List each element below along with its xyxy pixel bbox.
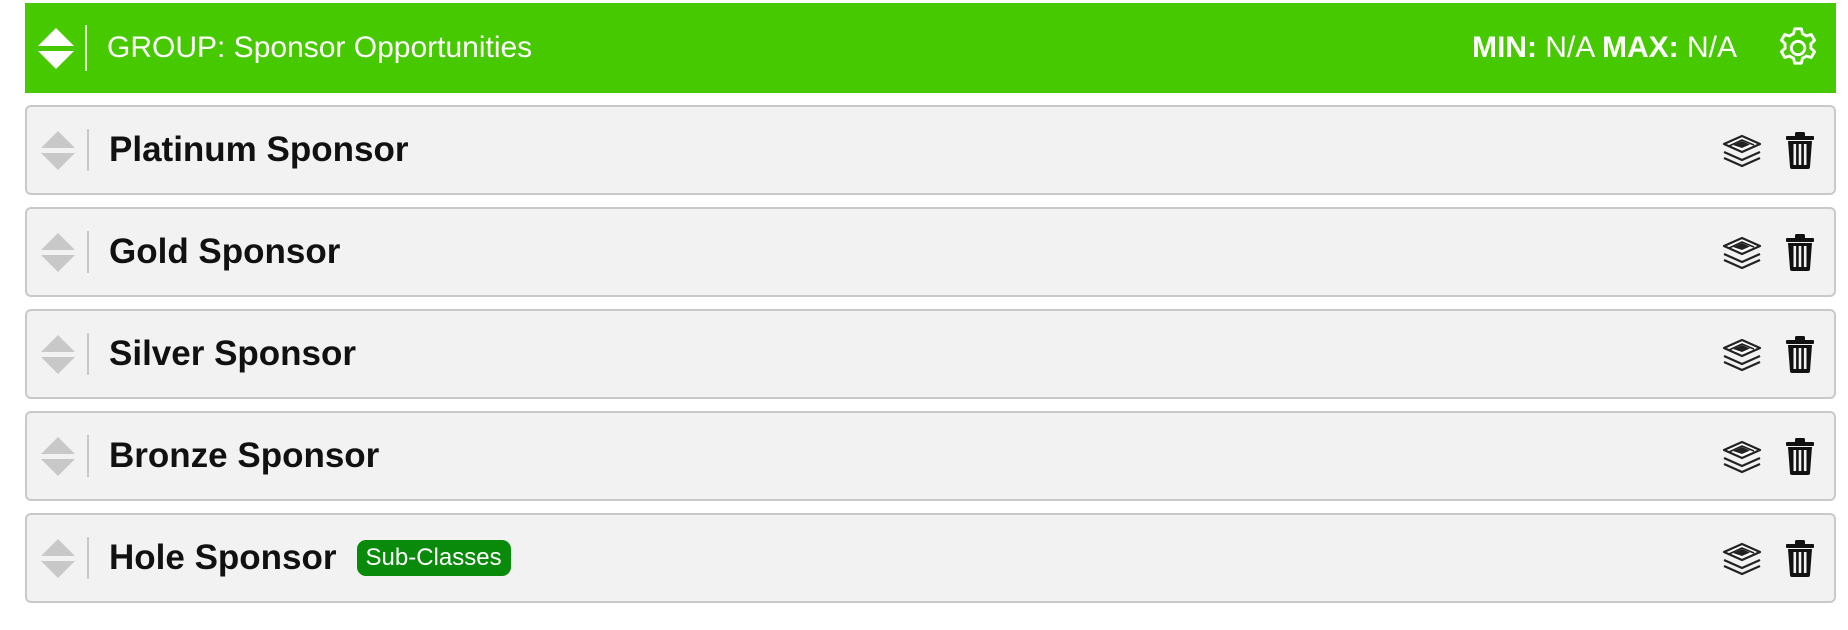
min-value: N/A (1545, 31, 1594, 64)
item-actions (1720, 536, 1822, 580)
group-header: GROUP: Sponsor Opportunities MIN: N/A MA… (25, 3, 1836, 93)
list-item: Gold Sponsor (25, 207, 1836, 297)
item-actions (1720, 230, 1822, 274)
item-drag-handle[interactable] (27, 107, 89, 193)
item-actions (1720, 332, 1822, 376)
layers-icon[interactable] (1720, 128, 1764, 172)
item-drag-handle[interactable] (27, 413, 89, 499)
arrow-up-icon (41, 232, 75, 250)
list-item: Platinum Sponsor (25, 105, 1836, 195)
arrow-down-icon (38, 50, 74, 69)
arrow-up-icon (38, 27, 74, 46)
trash-icon[interactable] (1778, 434, 1822, 478)
sponsor-group: GROUP: Sponsor Opportunities MIN: N/A MA… (25, 3, 1836, 603)
max-value: N/A (1686, 31, 1737, 64)
max-label: MAX: (1601, 31, 1679, 64)
item-label: Platinum Sponsor (109, 130, 409, 169)
item-actions (1720, 128, 1822, 172)
layers-icon[interactable] (1720, 434, 1764, 478)
item-drag-handle[interactable] (27, 311, 89, 397)
trash-icon[interactable] (1778, 332, 1822, 376)
trash-icon[interactable] (1778, 128, 1822, 172)
trash-icon[interactable] (1778, 536, 1822, 580)
layers-icon[interactable] (1720, 536, 1764, 580)
group-min-max: MIN: N/A MAX: N/A (1472, 31, 1737, 65)
arrow-down-icon (41, 356, 75, 374)
item-actions (1720, 434, 1822, 478)
list-item: Hole Sponsor Sub-Classes (25, 513, 1836, 603)
arrow-up-icon (41, 538, 75, 556)
arrow-down-icon (41, 458, 75, 476)
arrow-down-icon (41, 560, 75, 578)
sub-classes-badge[interactable]: Sub-Classes (356, 540, 511, 576)
item-drag-handle[interactable] (27, 515, 89, 601)
arrow-up-icon (41, 436, 75, 454)
min-label: MIN: (1471, 31, 1537, 64)
gear-icon[interactable] (1773, 23, 1823, 73)
arrow-down-icon (41, 254, 75, 272)
group-drag-handle[interactable] (25, 3, 87, 93)
arrow-up-icon (41, 130, 75, 148)
item-label: Bronze Sponsor (109, 436, 380, 475)
layers-icon[interactable] (1720, 332, 1764, 376)
layers-icon[interactable] (1720, 230, 1764, 274)
trash-icon[interactable] (1778, 230, 1822, 274)
arrow-down-icon (41, 152, 75, 170)
group-title: GROUP: Sponsor Opportunities (107, 31, 533, 64)
item-label: Gold Sponsor (109, 232, 341, 271)
arrow-up-icon (41, 334, 75, 352)
item-drag-handle[interactable] (27, 209, 89, 295)
item-label: Hole Sponsor (109, 538, 337, 577)
item-label: Silver Sponsor (109, 334, 357, 373)
list-item: Bronze Sponsor (25, 411, 1836, 501)
list-item: Silver Sponsor (25, 309, 1836, 399)
